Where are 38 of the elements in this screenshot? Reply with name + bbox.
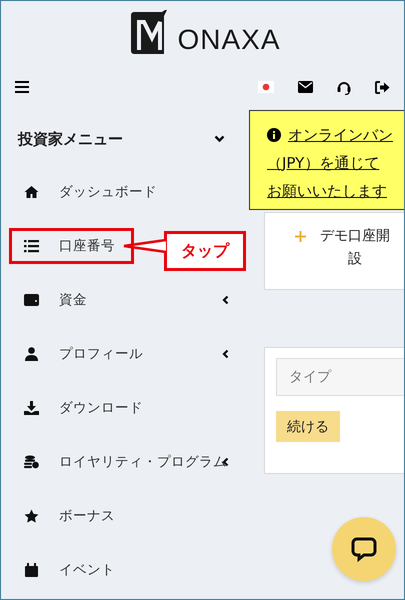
chat-button[interactable] (332, 517, 396, 581)
notice-link[interactable]: お願いいたします (267, 182, 387, 200)
info-icon (267, 128, 281, 142)
user-icon (24, 347, 39, 361)
logout-icon[interactable] (375, 80, 390, 94)
wallet-icon (24, 293, 39, 307)
notice-link[interactable]: （JPY）を通じて (267, 154, 380, 172)
sidebar-title: 投資家メニュー (18, 130, 123, 148)
callout-text: タップ (181, 240, 229, 262)
menu-item[interactable]: ダウンロード (59, 399, 143, 417)
headset-icon[interactable] (337, 80, 351, 94)
home-icon (24, 185, 39, 199)
mail-icon[interactable] (298, 81, 313, 93)
menu-item[interactable]: 口座番号 (59, 237, 115, 255)
demo-account-card[interactable]: デモ口座開設 (264, 212, 404, 290)
menu-item[interactable]: ボーナス (59, 507, 115, 525)
menu-item[interactable]: ロイヤリティ・プログラム (59, 453, 227, 471)
download-icon (24, 401, 39, 415)
continue-button[interactable]: 続ける (276, 411, 340, 442)
menu-item[interactable]: プロフィール (59, 345, 143, 363)
list-icon (24, 239, 39, 253)
chat-icon (351, 536, 377, 562)
chevron-left-icon[interactable] (222, 295, 229, 305)
flag-icon[interactable] (258, 81, 274, 93)
calendar-icon (24, 563, 39, 577)
menu-icon[interactable] (15, 81, 29, 93)
star-icon (24, 509, 39, 523)
menu-item[interactable]: 資金 (59, 291, 87, 309)
logo-text: ONAXA (177, 26, 281, 54)
type-field[interactable]: タイプ (276, 358, 404, 396)
chevron-down-icon[interactable] (214, 135, 225, 143)
chevron-left-icon[interactable] (222, 349, 229, 359)
notice-link[interactable]: オンラインバン (288, 126, 393, 144)
menu-item[interactable]: イベント (59, 561, 115, 579)
coins-icon (24, 455, 39, 469)
demo-account-label: デモ口座開設 (319, 227, 391, 269)
menu-item[interactable]: ダッシュボード (59, 183, 157, 201)
plus-icon (295, 231, 306, 242)
